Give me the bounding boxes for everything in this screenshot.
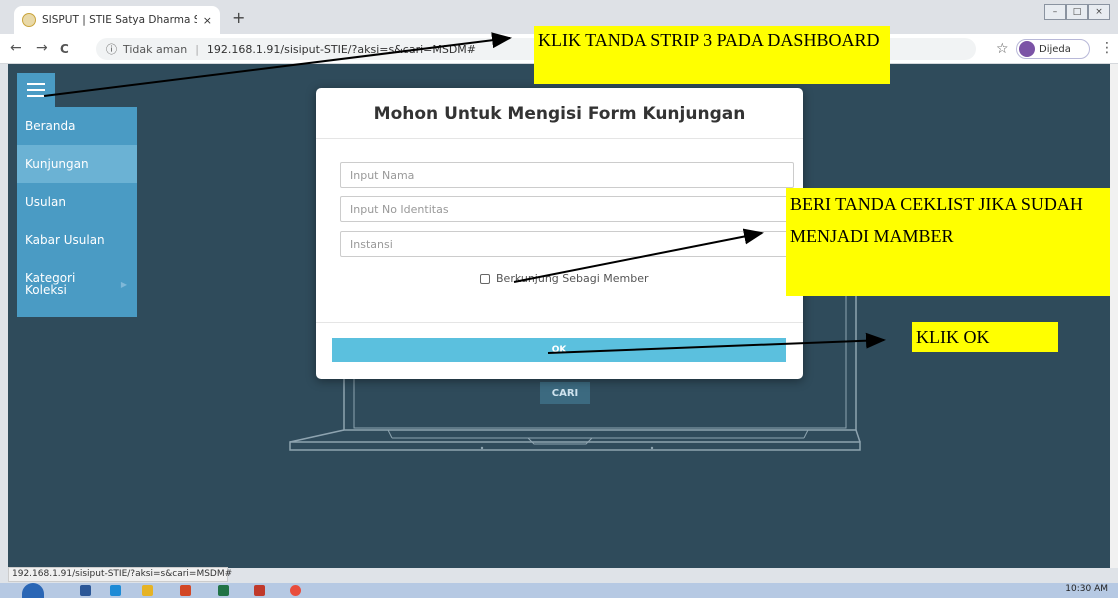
close-window-icon[interactable]: × — [1088, 4, 1110, 20]
avatar — [1019, 41, 1035, 57]
annotation-hamburger: KLIK TANDA STRIP 3 PADA DASHBOARD — [534, 26, 890, 84]
media-icon[interactable] — [180, 585, 191, 596]
screen: SISPUT | STIE Satya Dharma Singa × + – □… — [0, 0, 1118, 598]
annotation-ok: KLIK OK — [912, 322, 1058, 352]
identity-number-input[interactable] — [340, 196, 794, 222]
visit-form-modal: Mohon Untuk Mengisi Form Kunjungan Berku… — [316, 88, 803, 379]
back-icon[interactable]: ← — [10, 40, 22, 56]
ok-button[interactable]: OK — [332, 338, 786, 362]
search-button[interactable]: CARI — [540, 382, 590, 404]
tab-close-icon[interactable]: × — [203, 14, 212, 27]
excel-icon[interactable] — [218, 585, 229, 596]
profile-button[interactable]: Dijeda — [1016, 39, 1090, 59]
ie-icon[interactable] — [110, 585, 121, 596]
sidebar-item-label: Kategori Koleksi — [25, 271, 76, 297]
chrome-icon[interactable] — [290, 585, 301, 596]
start-orb-icon[interactable] — [22, 583, 44, 598]
sidebar-item-kabar-usulan[interactable]: Kabar Usulan — [17, 221, 137, 259]
security-label: Tidak aman — [123, 42, 188, 56]
browser-tab[interactable]: SISPUT | STIE Satya Dharma Singa × — [14, 6, 220, 34]
menu-kebab-icon[interactable]: ⋮ — [1100, 40, 1114, 56]
explorer-icon[interactable] — [142, 585, 153, 596]
sidebar-menu: Beranda Kunjungan Usulan Kabar Usulan Ka… — [17, 107, 137, 317]
sidebar-item-beranda[interactable]: Beranda — [17, 107, 137, 145]
minimize-icon[interactable]: – — [1044, 4, 1066, 20]
windows-taskbar: 10:30 AM — [0, 583, 1118, 598]
sidebar-item-kunjungan[interactable]: Kunjungan — [17, 145, 137, 183]
url-text: 192.168.1.91/sisiput-STIE/?aksi=s&cari=M… — [206, 42, 477, 56]
sidebar-item-kategori-koleksi[interactable]: Kategori Koleksi ▶ — [17, 259, 137, 309]
bookmark-star-icon[interactable]: ☆ — [996, 41, 1009, 57]
word-icon[interactable] — [80, 585, 91, 596]
reload-icon[interactable]: C — [60, 41, 69, 57]
new-tab-button[interactable]: + — [232, 10, 245, 26]
hamburger-line-icon — [27, 89, 45, 91]
profile-label: Dijeda — [1039, 43, 1071, 55]
modal-footer-divider — [316, 322, 803, 323]
powerpoint-icon[interactable] — [254, 585, 265, 596]
site-favicon-icon — [22, 13, 36, 27]
hamburger-line-icon — [27, 95, 45, 97]
submenu-arrow-icon: ▶ — [120, 280, 127, 289]
forward-icon[interactable]: → — [36, 40, 48, 56]
page-scrollbar[interactable] — [1110, 64, 1118, 568]
member-checkbox[interactable] — [480, 273, 490, 284]
member-checkbox-row[interactable]: Berkunjung Sebagi Member — [480, 272, 649, 285]
annotation-checkbox: BERI TANDA CEKLIST JIKA SUDAH MENJADI MA… — [786, 188, 1110, 296]
tab-title: SISPUT | STIE Satya Dharma Singa — [42, 14, 197, 26]
taskbar-clock: 10:30 AM — [1065, 584, 1108, 594]
info-icon[interactable]: ⓘ — [106, 41, 117, 57]
hamburger-line-icon — [27, 83, 45, 85]
sidebar-item-usulan[interactable]: Usulan — [17, 183, 137, 221]
address-separator: | — [195, 42, 199, 56]
status-url-bubble: 192.168.1.91/sisiput-STIE/?aksi=s&cari=M… — [8, 567, 232, 582]
name-input[interactable] — [340, 162, 794, 188]
hamburger-menu-button[interactable] — [17, 73, 55, 107]
window-controls: – □ × — [1044, 4, 1110, 20]
modal-title: Mohon Untuk Mengisi Form Kunjungan — [373, 104, 746, 124]
maximize-icon[interactable]: □ — [1066, 4, 1088, 20]
institution-input[interactable] — [340, 231, 794, 257]
member-checkbox-label: Berkunjung Sebagi Member — [496, 272, 649, 285]
modal-header-divider — [316, 138, 803, 139]
